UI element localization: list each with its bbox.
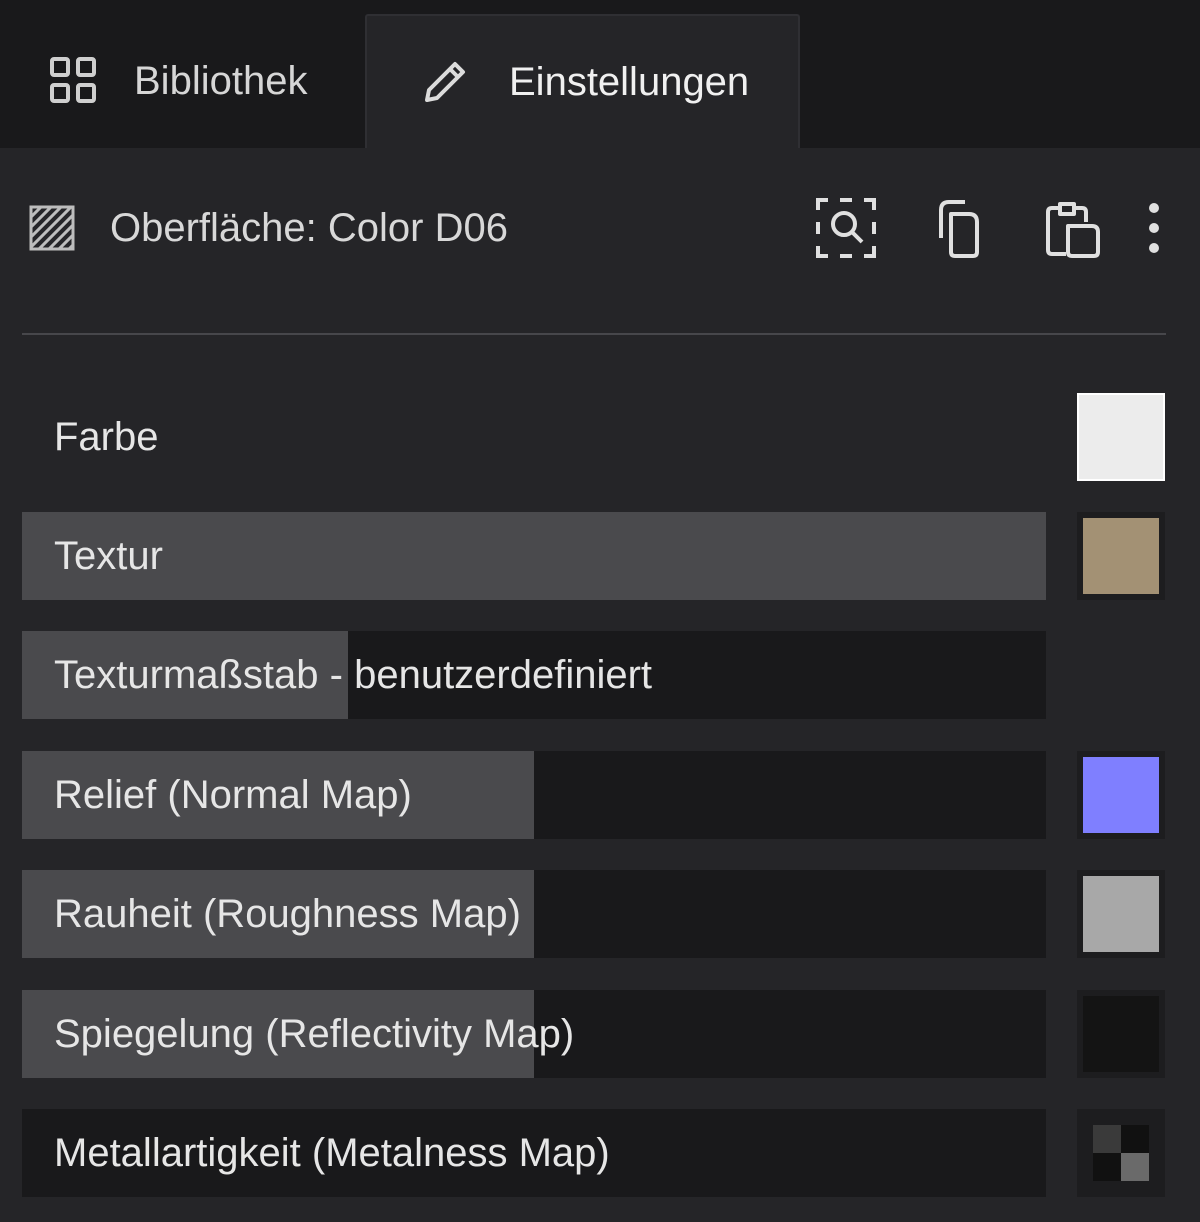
property-roughness[interactable]: Rauheit (Roughness Map): [22, 870, 1046, 958]
roughness-thumbnail: [1083, 876, 1159, 952]
copy-button[interactable]: [925, 194, 993, 262]
grid-icon: [48, 55, 100, 107]
relief-swatch[interactable]: [1077, 751, 1165, 839]
property-relief-label: Relief (Normal Map): [54, 773, 412, 817]
copy-icon: [939, 200, 979, 258]
property-relief[interactable]: Relief (Normal Map): [22, 751, 1046, 839]
more-options-button[interactable]: [1138, 194, 1170, 262]
pencil-icon: [419, 56, 471, 108]
metalness-swatch[interactable]: [1077, 1109, 1165, 1197]
roughness-swatch[interactable]: [1077, 870, 1165, 958]
inspect-button[interactable]: [812, 194, 880, 262]
property-reflectivity-label: Spiegelung (Reflectivity Map): [54, 1012, 575, 1056]
property-metalness[interactable]: Metallartigkeit (Metalness Map): [22, 1109, 1046, 1197]
property-roughness-label: Rauheit (Roughness Map): [54, 892, 521, 936]
surface-title: Oberfläche: Color D06: [110, 206, 508, 250]
property-texture[interactable]: Textur: [22, 512, 1046, 600]
texture-swatch[interactable]: [1077, 512, 1165, 600]
property-texture-scale-label: Texturmaßstab - benutzerdefiniert: [54, 653, 653, 697]
property-texture-label: Textur: [54, 534, 163, 578]
relief-thumbnail: [1083, 757, 1159, 833]
more-vertical-icon: [1149, 203, 1159, 253]
reflectivity-thumbnail: [1083, 996, 1159, 1072]
paste-icon: [1046, 202, 1100, 258]
property-metalness-label: Metallartigkeit (Metalness Map): [54, 1131, 610, 1175]
hatch-pattern-icon: [28, 204, 76, 252]
tab-settings[interactable]: Einstellungen: [365, 14, 800, 148]
metalness-thumbnail: [1093, 1125, 1149, 1181]
property-color[interactable]: Farbe: [22, 393, 1046, 481]
texture-thumbnail: [1083, 518, 1159, 594]
header-divider: [22, 333, 1166, 335]
tab-library[interactable]: Bibliothek: [0, 14, 365, 148]
color-swatch[interactable]: [1077, 393, 1165, 481]
property-texture-scale[interactable]: Texturmaßstab - benutzerdefiniert: [22, 631, 1046, 719]
surface-header: Oberfläche: Color D06: [0, 148, 1200, 308]
property-texture-fill: [22, 512, 1046, 600]
tab-settings-label: Einstellungen: [509, 59, 750, 104]
tab-bar: Bibliothek Einstellungen: [0, 0, 1200, 148]
property-color-label: Farbe: [54, 415, 159, 459]
reflectivity-swatch[interactable]: [1077, 990, 1165, 1078]
tab-library-label: Bibliothek: [134, 58, 308, 103]
property-reflectivity[interactable]: Spiegelung (Reflectivity Map): [22, 990, 1046, 1078]
inspect-icon: [816, 198, 876, 258]
paste-button[interactable]: [1038, 194, 1106, 262]
